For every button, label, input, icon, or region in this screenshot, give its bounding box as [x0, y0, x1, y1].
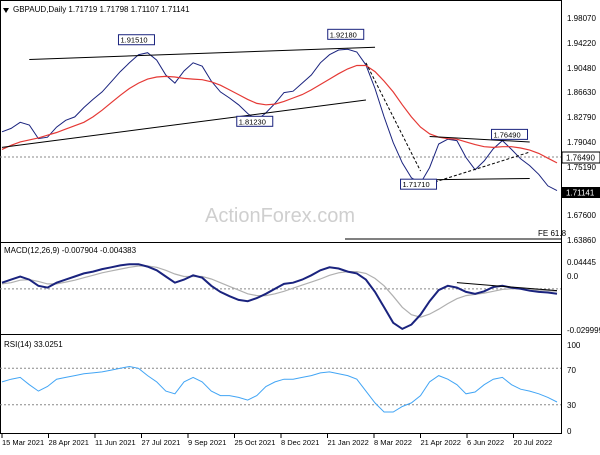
watermark: ActionForex.com — [205, 205, 355, 227]
annotation-label-1.76490: 1.76490 — [494, 130, 521, 139]
macd-title: MACD(12,26,9) -0.007904 -0.004383 — [4, 246, 137, 255]
x-tick-label: 8 Dec 2021 — [281, 438, 319, 447]
price-tick-6: 1.79040 — [567, 138, 596, 147]
x-tick-label: 9 Sep 2021 — [188, 438, 226, 447]
rsi-panel-frame — [0, 334, 562, 434]
x-tick-label: 6 Jun 2022 — [467, 438, 504, 447]
annotation-label-1.81230: 1.81230 — [239, 117, 266, 126]
price-tick-9: 1.63860 — [567, 236, 596, 245]
price-tick-1: 1.98070 — [567, 14, 596, 23]
x-tick-label: 8 Mar 2022 — [374, 438, 412, 447]
x-axis: 15 Mar 2021 28 Apr 2021 11 Jun 2021 27 Jul … — [1, 434, 553, 447]
level-label: 1.76490 — [566, 154, 595, 163]
macd-tick-3: -0.029999 — [567, 326, 600, 335]
x-tick-label: 27 Jul 2021 — [142, 438, 181, 447]
header: GBPAUD,Daily 1.71719 1.71798 1.71107 1.7… — [3, 5, 190, 14]
macd-tick-2: 0.0 — [567, 272, 579, 281]
rsi-tick-100: 100 — [567, 341, 581, 350]
annotation-label-1.71710: 1.71710 — [403, 180, 430, 189]
chart-svg: ActionForex.com GBPAUD,Daily 1.71719 1.7… — [0, 0, 600, 447]
price-tick-4: 1.86630 — [567, 88, 596, 97]
x-tick-label: 20 Jul 2022 — [514, 438, 553, 447]
rsi-tick-0: 0 — [567, 427, 572, 436]
last-price-label: 1.71141 — [566, 189, 595, 198]
x-tick-label: 21 Jan 2022 — [328, 438, 369, 447]
x-tick-label: 15 Mar 2021 — [2, 438, 44, 447]
price-y-axis: 1.98070 1.94220 1.90480 1.86630 1.82790 … — [561, 14, 600, 245]
x-tick-label: 28 Apr 2021 — [49, 438, 89, 447]
price-tick-8: 1.67600 — [567, 211, 596, 220]
chart-title: GBPAUD,Daily 1.71719 1.71798 1.71107 1.7… — [13, 5, 190, 14]
price-tick-5: 1.82790 — [567, 113, 596, 122]
price-tick-2: 1.94220 — [567, 39, 596, 48]
macd-tick-1: 0.04445 — [567, 258, 596, 267]
fe-label: FE 61.8 — [538, 229, 567, 238]
price-tick-7: 1.75190 — [567, 163, 596, 172]
rsi-tick-30: 30 — [567, 401, 576, 410]
annotation-label-1.92180: 1.92180 — [330, 30, 357, 39]
chart-root: ActionForex.com GBPAUD,Daily 1.71719 1.7… — [0, 0, 600, 450]
x-tick-label: 21 Apr 2022 — [421, 438, 461, 447]
annotation-label-1.91510: 1.91510 — [120, 36, 147, 45]
rsi-tick-70: 70 — [567, 366, 576, 375]
x-tick-label: 11 Jun 2021 — [95, 438, 136, 447]
price-tick-3: 1.90480 — [567, 64, 596, 73]
rsi-title: RSI(14) 33.0251 — [4, 340, 63, 349]
x-tick-label: 25 Oct 2021 — [235, 438, 276, 447]
